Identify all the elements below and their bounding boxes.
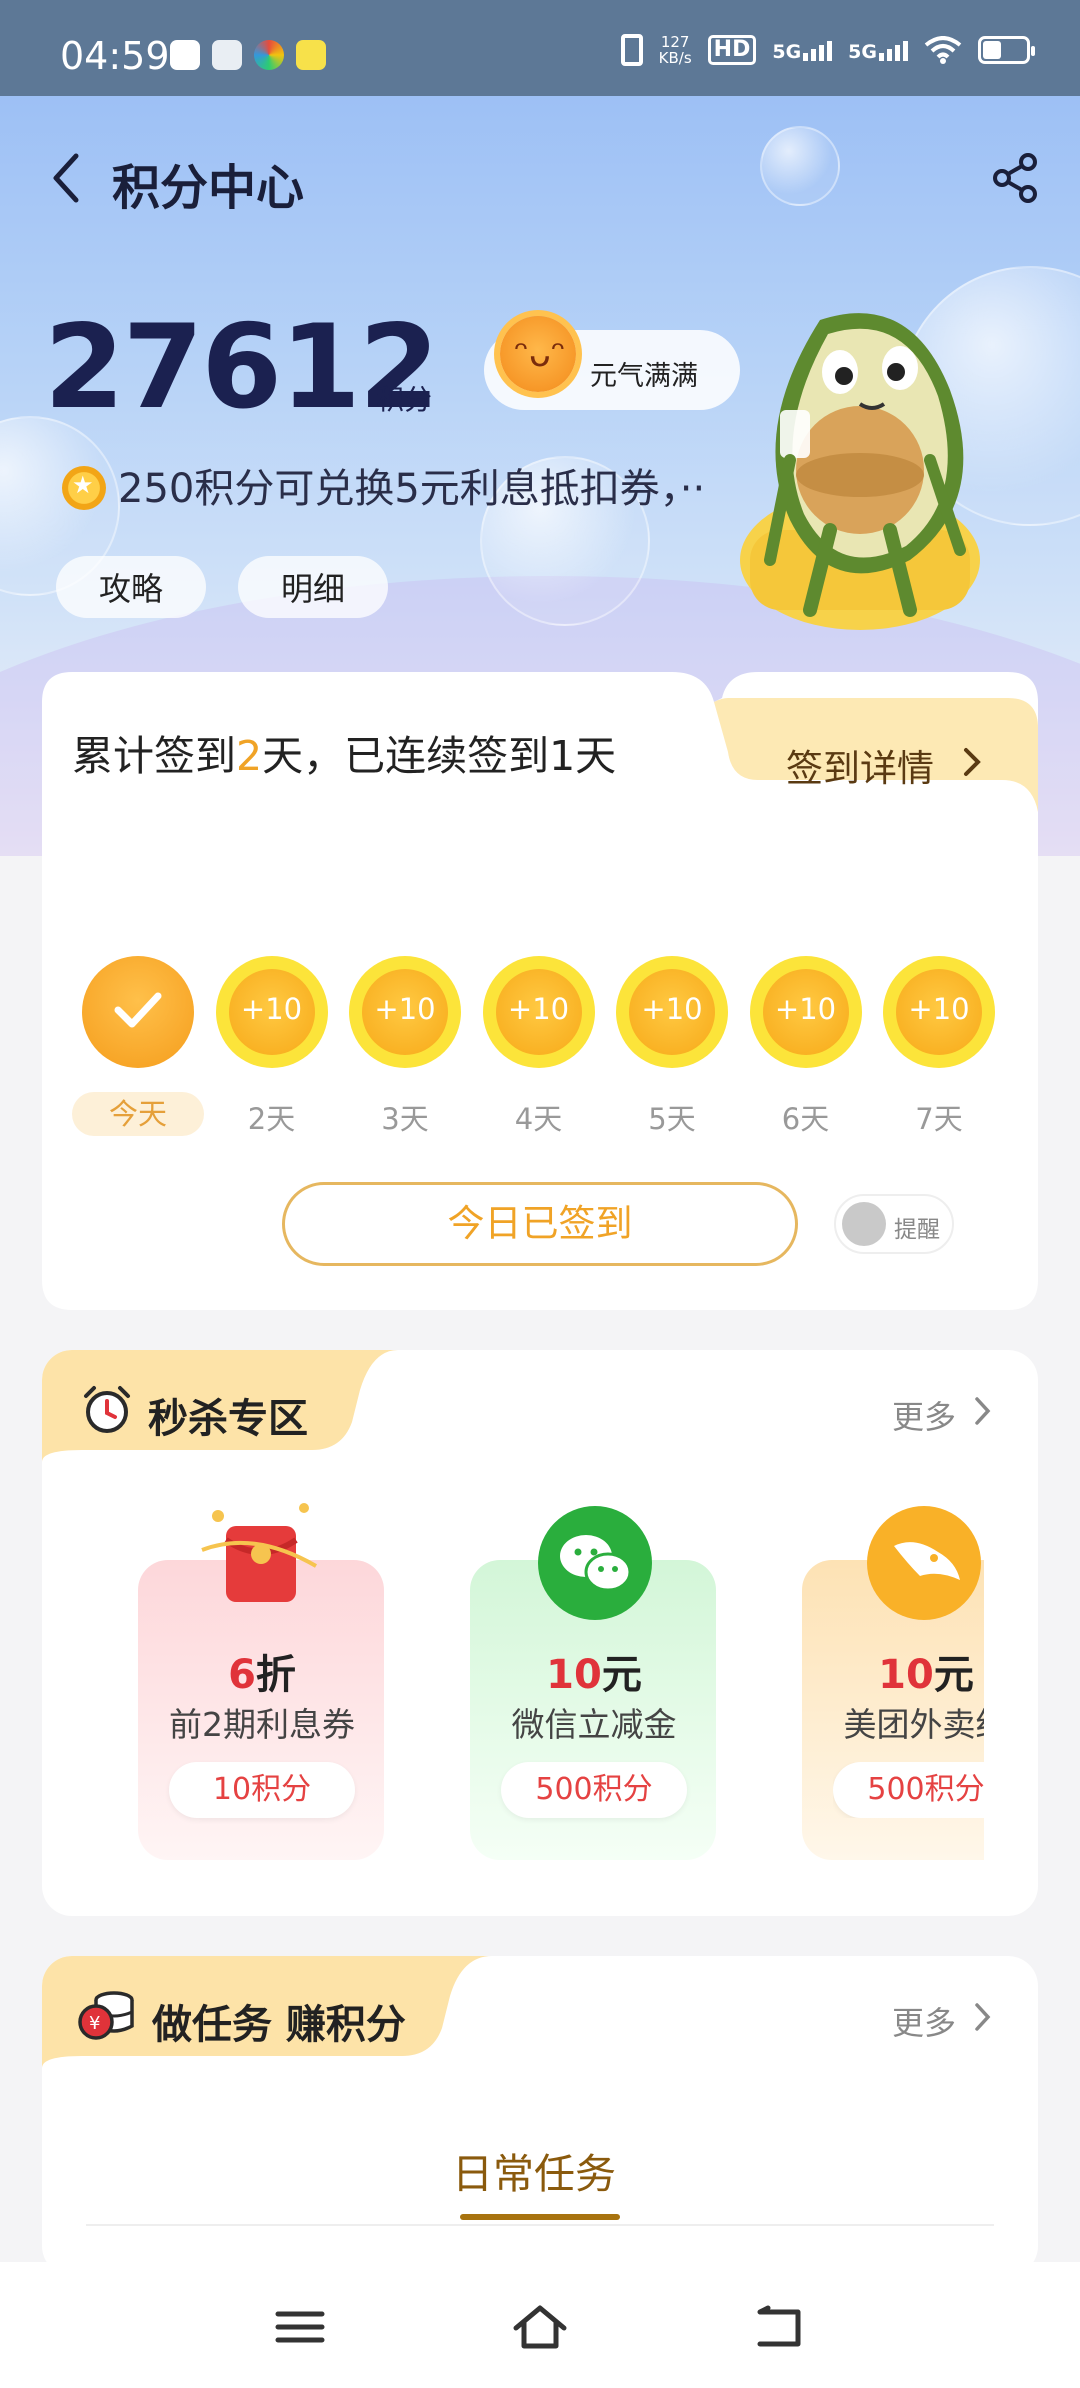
day-checked-icon: [82, 956, 194, 1068]
seckill-more-link[interactable]: 更多: [892, 1392, 956, 1438]
red-envelope-icon: [201, 1503, 318, 1602]
chevron-left-icon[interactable]: [48, 150, 88, 206]
day-coin-icon: +10: [215, 956, 328, 1068]
day-label: 4天: [514, 1102, 563, 1136]
chevron-right-icon[interactable]: [958, 742, 986, 782]
day-reward: +10: [908, 992, 970, 1026]
smile-icon: ᵔᴗᵔ: [514, 334, 566, 375]
day-reward: +10: [641, 992, 703, 1026]
wechat-icon: [538, 1506, 652, 1620]
app-icon: [296, 40, 326, 70]
chevron-right-icon[interactable]: [972, 2000, 994, 2034]
menu-icon[interactable]: [270, 2300, 330, 2354]
status-time: 04:59: [60, 34, 170, 78]
signin-detail-link[interactable]: 签到详情: [786, 738, 934, 792]
details-button[interactable]: 明细: [238, 556, 388, 618]
day-label: 今天: [72, 1092, 204, 1136]
day-coin-icon: +10: [616, 956, 728, 1068]
points-unit: 积分: [376, 383, 433, 416]
day-reward: +10: [374, 992, 436, 1026]
notification-icons: [170, 40, 326, 70]
deal-name: 前2期利息券: [169, 1705, 355, 1744]
day-label: 2天: [247, 1102, 296, 1136]
day-reward: +10: [240, 992, 303, 1026]
coins-icon: ¥: [78, 1991, 134, 2040]
day-label: 3天: [381, 1102, 429, 1136]
remind-label: 提醒: [894, 1217, 940, 1243]
signin-total-days: 2: [236, 732, 263, 780]
status-indicators: 127 KB/s HD 5G 5G: [620, 33, 1035, 67]
check-icon: [114, 992, 162, 1028]
page-title: 积分中心: [112, 160, 305, 216]
deal-value: 6折: [228, 1652, 296, 1698]
meituan-icon: [867, 1506, 981, 1620]
tab-daily-tasks[interactable]: 日常任务: [452, 2140, 616, 2200]
day-label: 5天: [648, 1102, 696, 1136]
svg-text:¥: ¥: [89, 2013, 100, 2034]
coin-icon: [62, 466, 106, 510]
signal-icon: 5G: [772, 39, 833, 62]
day-reward: +10: [774, 992, 837, 1026]
wechat-icon: [212, 40, 242, 70]
toggle-knob: [842, 1202, 886, 1246]
back-icon[interactable]: [750, 2300, 810, 2354]
deal-name: 微信立减金: [511, 1705, 677, 1744]
tasks-title: 做任务 赚积分: [152, 2002, 406, 2048]
day-coin-icon: +10: [749, 956, 862, 1068]
bubble-decoration: [760, 126, 840, 206]
day-label: 6天: [781, 1102, 830, 1136]
wifi-icon: [924, 36, 962, 64]
deal-cost-button[interactable]: 10积分: [169, 1762, 355, 1818]
hd-icon: HD: [707, 35, 757, 65]
points-tip[interactable]: 250积分可兑换5元利息抵扣券，··: [118, 456, 705, 514]
tasks-more-link[interactable]: 更多: [892, 1998, 956, 2044]
tab-indicator: [460, 2214, 620, 2220]
net-speed: 127 KB/s: [658, 33, 692, 67]
app-icon: [254, 40, 284, 70]
vibrate-icon: [620, 34, 643, 66]
deal-value: 10元: [546, 1652, 642, 1698]
chevron-right-icon[interactable]: [972, 1394, 994, 1428]
alarm-clock-icon: [84, 1386, 130, 1433]
avocado-mascot: [740, 313, 980, 630]
deal-cost-button[interactable]: 500积分: [501, 1762, 687, 1818]
share-icon[interactable]: [990, 152, 1042, 204]
signed-in-button[interactable]: 今日已签到: [282, 1182, 798, 1266]
day-reward: +10: [507, 992, 570, 1026]
mood-text: 元气满满: [590, 361, 698, 392]
seckill-title: 秒杀专区: [148, 1396, 308, 1442]
day-label: 7天: [915, 1102, 963, 1136]
guide-button[interactable]: 攻略: [56, 556, 206, 618]
battery-icon: [978, 36, 1035, 64]
divider: [86, 2224, 994, 2226]
day-coin-icon: +10: [482, 956, 595, 1068]
notification-app-icon: [170, 40, 200, 70]
day-coin-icon: +10: [883, 956, 995, 1068]
signal-icon: 5G: [848, 39, 908, 62]
signin-summary: 累计签到2天，已连续签到1天: [72, 732, 617, 780]
home-icon[interactable]: [510, 2300, 570, 2354]
status-bar: 04:59 127 KB/s HD 5G 5G: [0, 0, 1080, 96]
day-coin-icon: +10: [349, 956, 461, 1068]
